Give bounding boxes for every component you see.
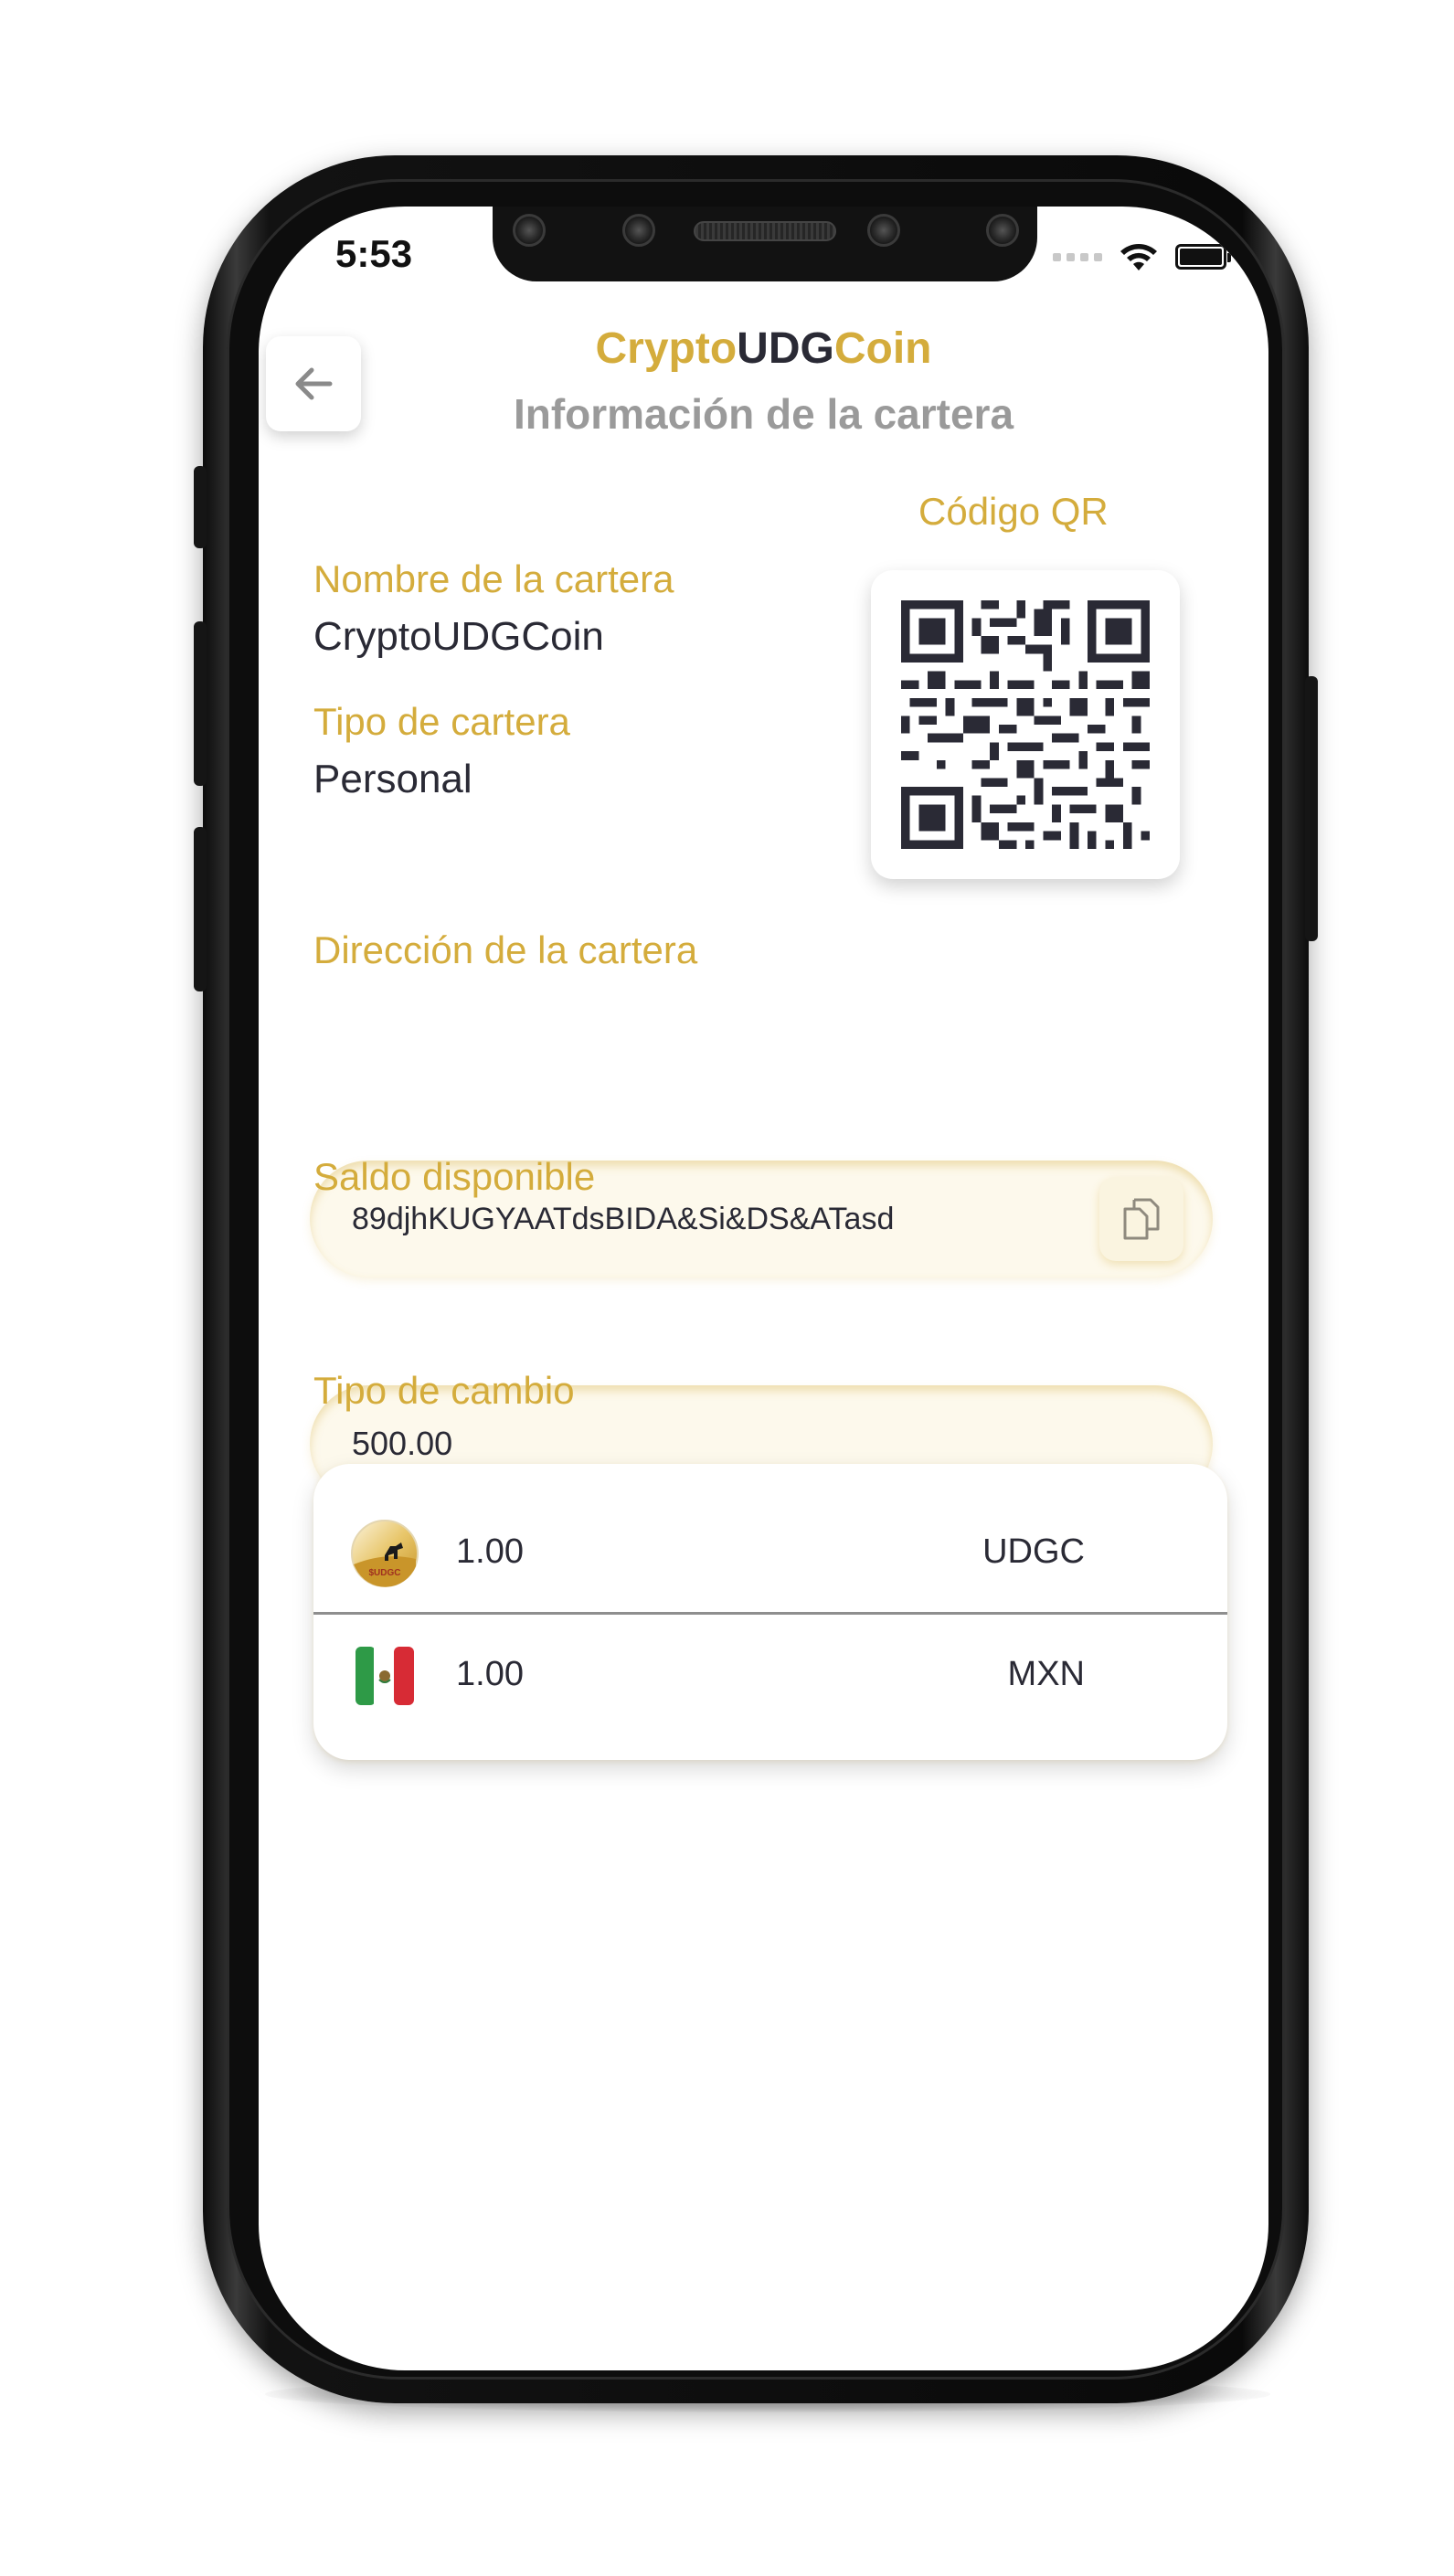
exchange-rate-card: $UDGC 1.00 UDGC 1.00 MXN — [313, 1464, 1227, 1760]
power-button — [1305, 676, 1318, 941]
page-subtitle: Información de la cartera — [513, 390, 1014, 438]
app-screen: 5:53 CryptoUDGCoin Información de la car… — [259, 207, 1268, 2370]
app-title: CryptoUDGCoin — [259, 323, 1268, 374]
brand-udg: UDG — [737, 324, 834, 373]
qr-label: Código QR — [918, 490, 1109, 533]
status-icons — [1053, 241, 1231, 272]
copy-icon — [1123, 1198, 1160, 1240]
brand-crypto: Crypto — [595, 324, 738, 373]
sensor-icon — [622, 214, 655, 247]
sensor-icon — [986, 214, 1019, 247]
wallet-address-label: Dirección de la cartera — [313, 928, 698, 971]
exchange-rate-label: Tipo de cambio — [313, 1369, 575, 1412]
battery-icon — [1175, 244, 1231, 270]
volume-down-button — [194, 827, 207, 991]
rate-amount-udgc: 1.00 — [456, 1532, 524, 1571]
rate-row-udgc: $UDGC 1.00 UDGC — [313, 1491, 1227, 1612]
rate-code-udgc: UDGC — [982, 1532, 1085, 1571]
balance-label: Saldo disponible — [313, 1155, 596, 1198]
wallet-type-value: Personal — [313, 757, 472, 801]
copy-address-button[interactable] — [1099, 1177, 1183, 1261]
wallet-name-label: Nombre de la cartera — [313, 557, 674, 600]
earpiece-speaker — [694, 221, 836, 241]
udgc-coin-icon: $UDGC — [351, 1520, 419, 1587]
svg-text:$UDGC: $UDGC — [368, 1568, 400, 1578]
notch — [493, 207, 1037, 281]
camera-icon — [513, 214, 546, 247]
wallet-type-label: Tipo de cartera — [313, 700, 570, 743]
rate-amount-mxn: 1.00 — [456, 1655, 524, 1693]
status-time: 5:53 — [335, 232, 413, 275]
brand-coin: Coin — [833, 324, 932, 373]
mute-switch — [194, 466, 207, 548]
sensor-icon — [867, 214, 900, 247]
rate-code-mxn: MXN — [1007, 1655, 1085, 1693]
device-mockup: 5:53 CryptoUDGCoin Información de la car… — [0, 0, 1454, 2576]
signal-dots-icon — [1053, 252, 1102, 261]
qr-code-card[interactable] — [871, 570, 1180, 879]
volume-up-button — [194, 621, 207, 786]
rate-row-mxn: 1.00 MXN — [313, 1614, 1227, 1734]
mexico-flag-icon — [356, 1647, 414, 1705]
wifi-icon — [1120, 244, 1157, 270]
qr-code — [901, 600, 1150, 849]
wallet-name-value: CryptoUDGCoin — [313, 614, 604, 659]
